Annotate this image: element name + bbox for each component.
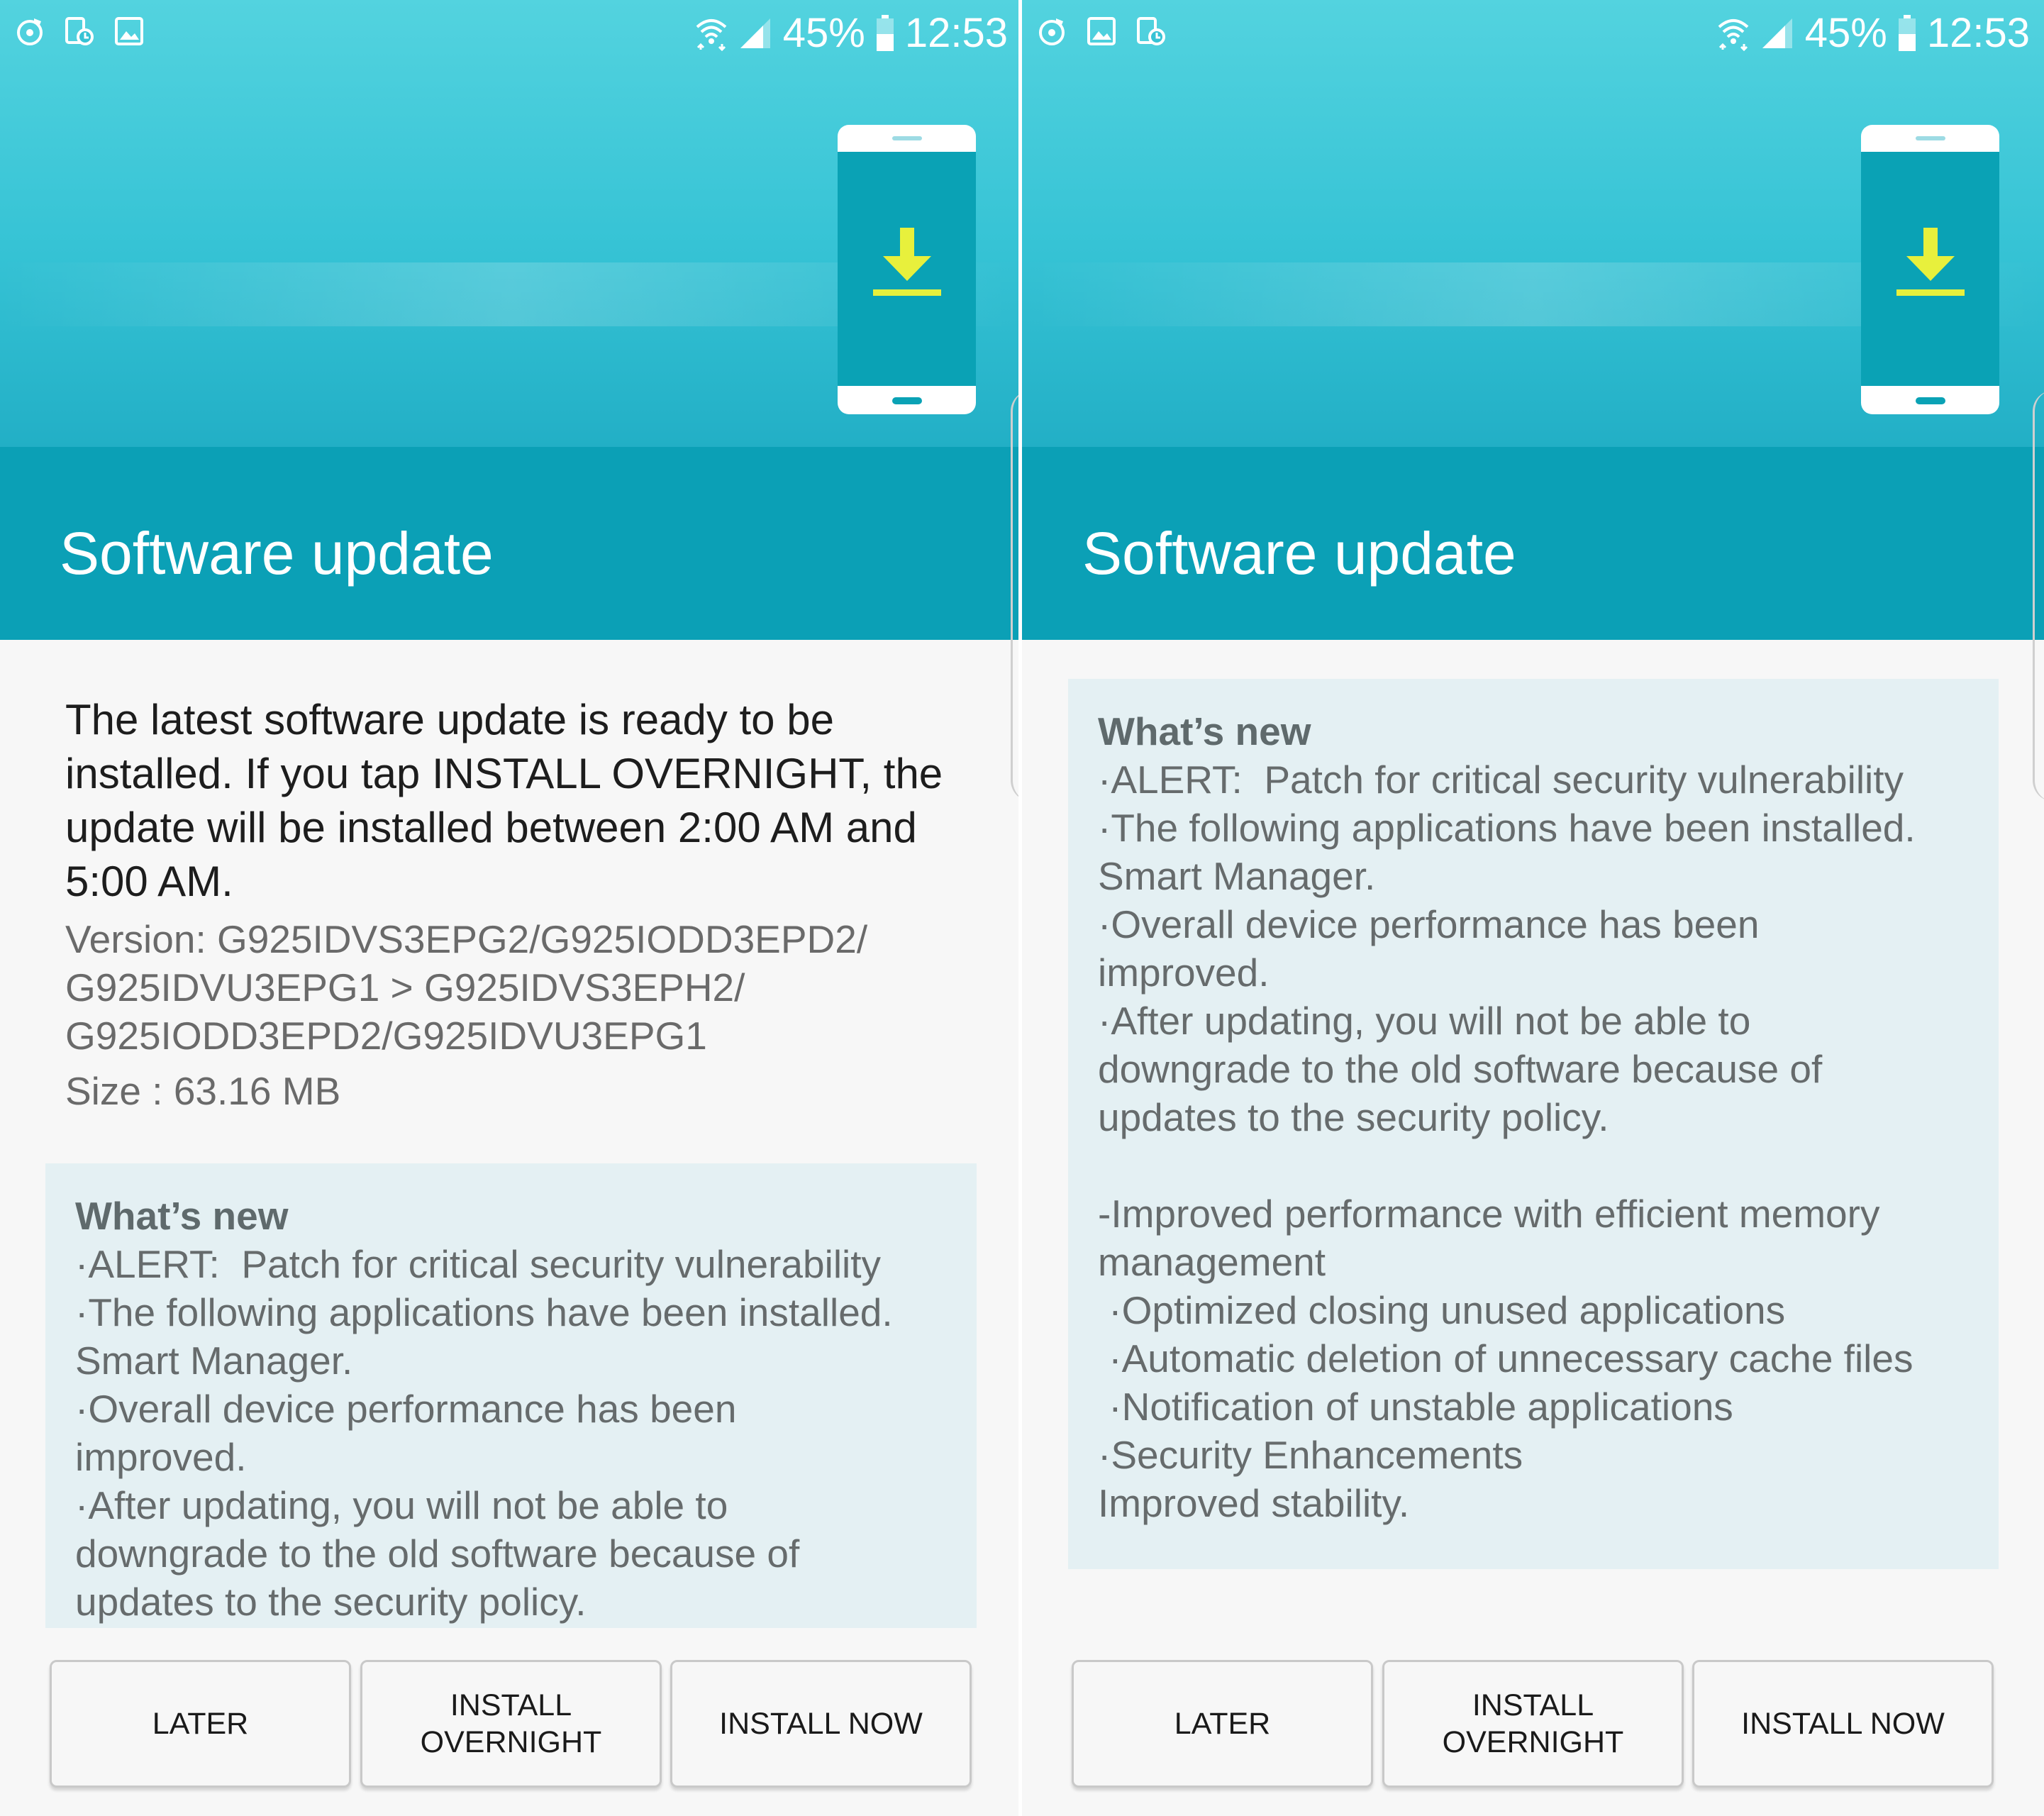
whats-new-line: improved. [75, 1435, 247, 1479]
whats-new-line: ·Notification of unstable applications [1098, 1385, 1733, 1429]
screen-edge-curve [2033, 390, 2044, 802]
whats-new-line: improved. [1098, 951, 1270, 995]
whats-new-line: -Improved performance with efficient mem… [1098, 1192, 1880, 1236]
software-update-screen-left: 45% 12:53 Software update The latest sof… [0, 0, 1022, 1816]
whats-new-box: What’s new ·ALERT: Patch for critical se… [45, 1163, 977, 1654]
page-title: Software update [1082, 520, 1516, 587]
hero-banner: 45% 12:53 [1022, 0, 2044, 447]
music-notification-icon [1039, 18, 1065, 45]
whats-new-line: ·Overall device performance has been [1098, 902, 1760, 946]
whats-new-line: ·Automatic deletion of unnecessary cache… [1098, 1336, 1914, 1380]
whats-new-title: What’s new [1098, 709, 1311, 753]
signal-icon [740, 18, 770, 48]
whats-new-line: Smart Manager. [1098, 854, 1376, 898]
whats-new-line: updates to the security policy. [1098, 1095, 1609, 1139]
software-update-screen-right: 45% 12:53 Software update What’s new ·AL… [1022, 0, 2044, 1816]
whats-new-line: ·Optimized closing unused applications [1098, 1288, 1786, 1332]
install-overnight-button-label: INSTALL OVERNIGHT [1442, 1688, 1624, 1759]
whats-new-line: ·The following applications have been in… [75, 1290, 893, 1334]
button-bar: LATER INSTALL OVERNIGHT INSTALL NOW [0, 1628, 1022, 1816]
whats-new-line: downgrade to the old software because of [75, 1532, 800, 1576]
button-bar: LATER INSTALL OVERNIGHT INSTALL NOW [1022, 1628, 2044, 1816]
gallery-icon [115, 17, 143, 45]
phone-download-illustration [838, 125, 976, 414]
title-bar: Software update [1022, 447, 2044, 640]
status-bar: 45% 12:53 [0, 0, 1022, 67]
version-line-3: G925IODD3EPD2/G925IDVU3EPG1 [65, 1014, 707, 1058]
screen-update-icon [1137, 17, 1165, 45]
whats-new-line: ·Security Enhancements [1098, 1433, 1523, 1477]
update-intro-text: The latest software update is ready to b… [65, 696, 943, 905]
update-details[interactable]: The latest software update is ready to b… [0, 640, 1022, 1654]
wifi-icon [1718, 19, 1749, 51]
screen-update-icon [65, 17, 94, 45]
whats-new-box: What’s new ·ALERT: Patch for critical se… [1068, 679, 1999, 1569]
gallery-icon [1087, 17, 1116, 45]
battery-icon [876, 15, 894, 51]
signal-icon [1762, 18, 1792, 48]
whats-new-line: downgrade to the old software because of [1098, 1047, 1823, 1091]
install-overnight-button[interactable]: INSTALL OVERNIGHT [1382, 1660, 1684, 1788]
whats-new-line: Smart Manager. [75, 1339, 353, 1383]
later-button-label: LATER [152, 1707, 249, 1741]
whats-new-line: Improved stability. [1098, 1481, 1410, 1525]
version-line-2: G925IDVU3EPG1 > G925IDVS3EPH2/ [65, 965, 745, 1009]
whats-new-line: management [1098, 1240, 1326, 1284]
install-now-button[interactable]: INSTALL NOW [1692, 1660, 1994, 1788]
clock: 12:53 [904, 10, 1008, 56]
hero-banner: 45% 12:53 [0, 0, 1022, 447]
whats-new-line: ·ALERT: Patch for critical security vuln… [75, 1242, 882, 1286]
battery-percent: 45% [1804, 10, 1887, 56]
later-button[interactable]: LATER [50, 1660, 351, 1788]
wifi-icon [696, 19, 727, 51]
install-now-button[interactable]: INSTALL NOW [670, 1660, 972, 1788]
whats-new-blank-line [1098, 1141, 1969, 1190]
music-notification-icon [17, 18, 43, 45]
status-bar: 45% 12:53 [1022, 0, 2044, 67]
update-details[interactable]: What’s new ·ALERT: Patch for critical se… [1022, 640, 2044, 1654]
clock: 12:53 [1926, 10, 2030, 56]
version-line-1: Version: G925IDVS3EPG2/G925IODD3EPD2/ [65, 917, 868, 961]
install-now-button-label: INSTALL NOW [1741, 1707, 1945, 1741]
page-title: Software update [60, 520, 494, 587]
whats-new-line: ·After updating, you will not be able to [75, 1483, 728, 1527]
later-button-label: LATER [1174, 1707, 1271, 1741]
whats-new-title: What’s new [75, 1194, 289, 1238]
whats-new-line: ·Overall device performance has been [75, 1387, 737, 1431]
later-button[interactable]: LATER [1072, 1660, 1373, 1788]
whats-new-line: ·After updating, you will not be able to [1098, 999, 1751, 1043]
phone-download-illustration [1861, 125, 1999, 414]
install-overnight-button-label: INSTALL OVERNIGHT [420, 1688, 602, 1759]
install-overnight-button[interactable]: INSTALL OVERNIGHT [360, 1660, 662, 1788]
title-bar: Software update [0, 447, 1022, 640]
update-size: Size : 63.16 MB [65, 1069, 341, 1113]
install-now-button-label: INSTALL NOW [719, 1707, 923, 1741]
battery-percent: 45% [782, 10, 865, 56]
battery-icon [1898, 15, 1916, 51]
whats-new-line: updates to the security policy. [75, 1580, 587, 1624]
whats-new-line: ·The following applications have been in… [1098, 806, 1916, 850]
whats-new-line: ·ALERT: Patch for critical security vuln… [1098, 758, 1904, 802]
